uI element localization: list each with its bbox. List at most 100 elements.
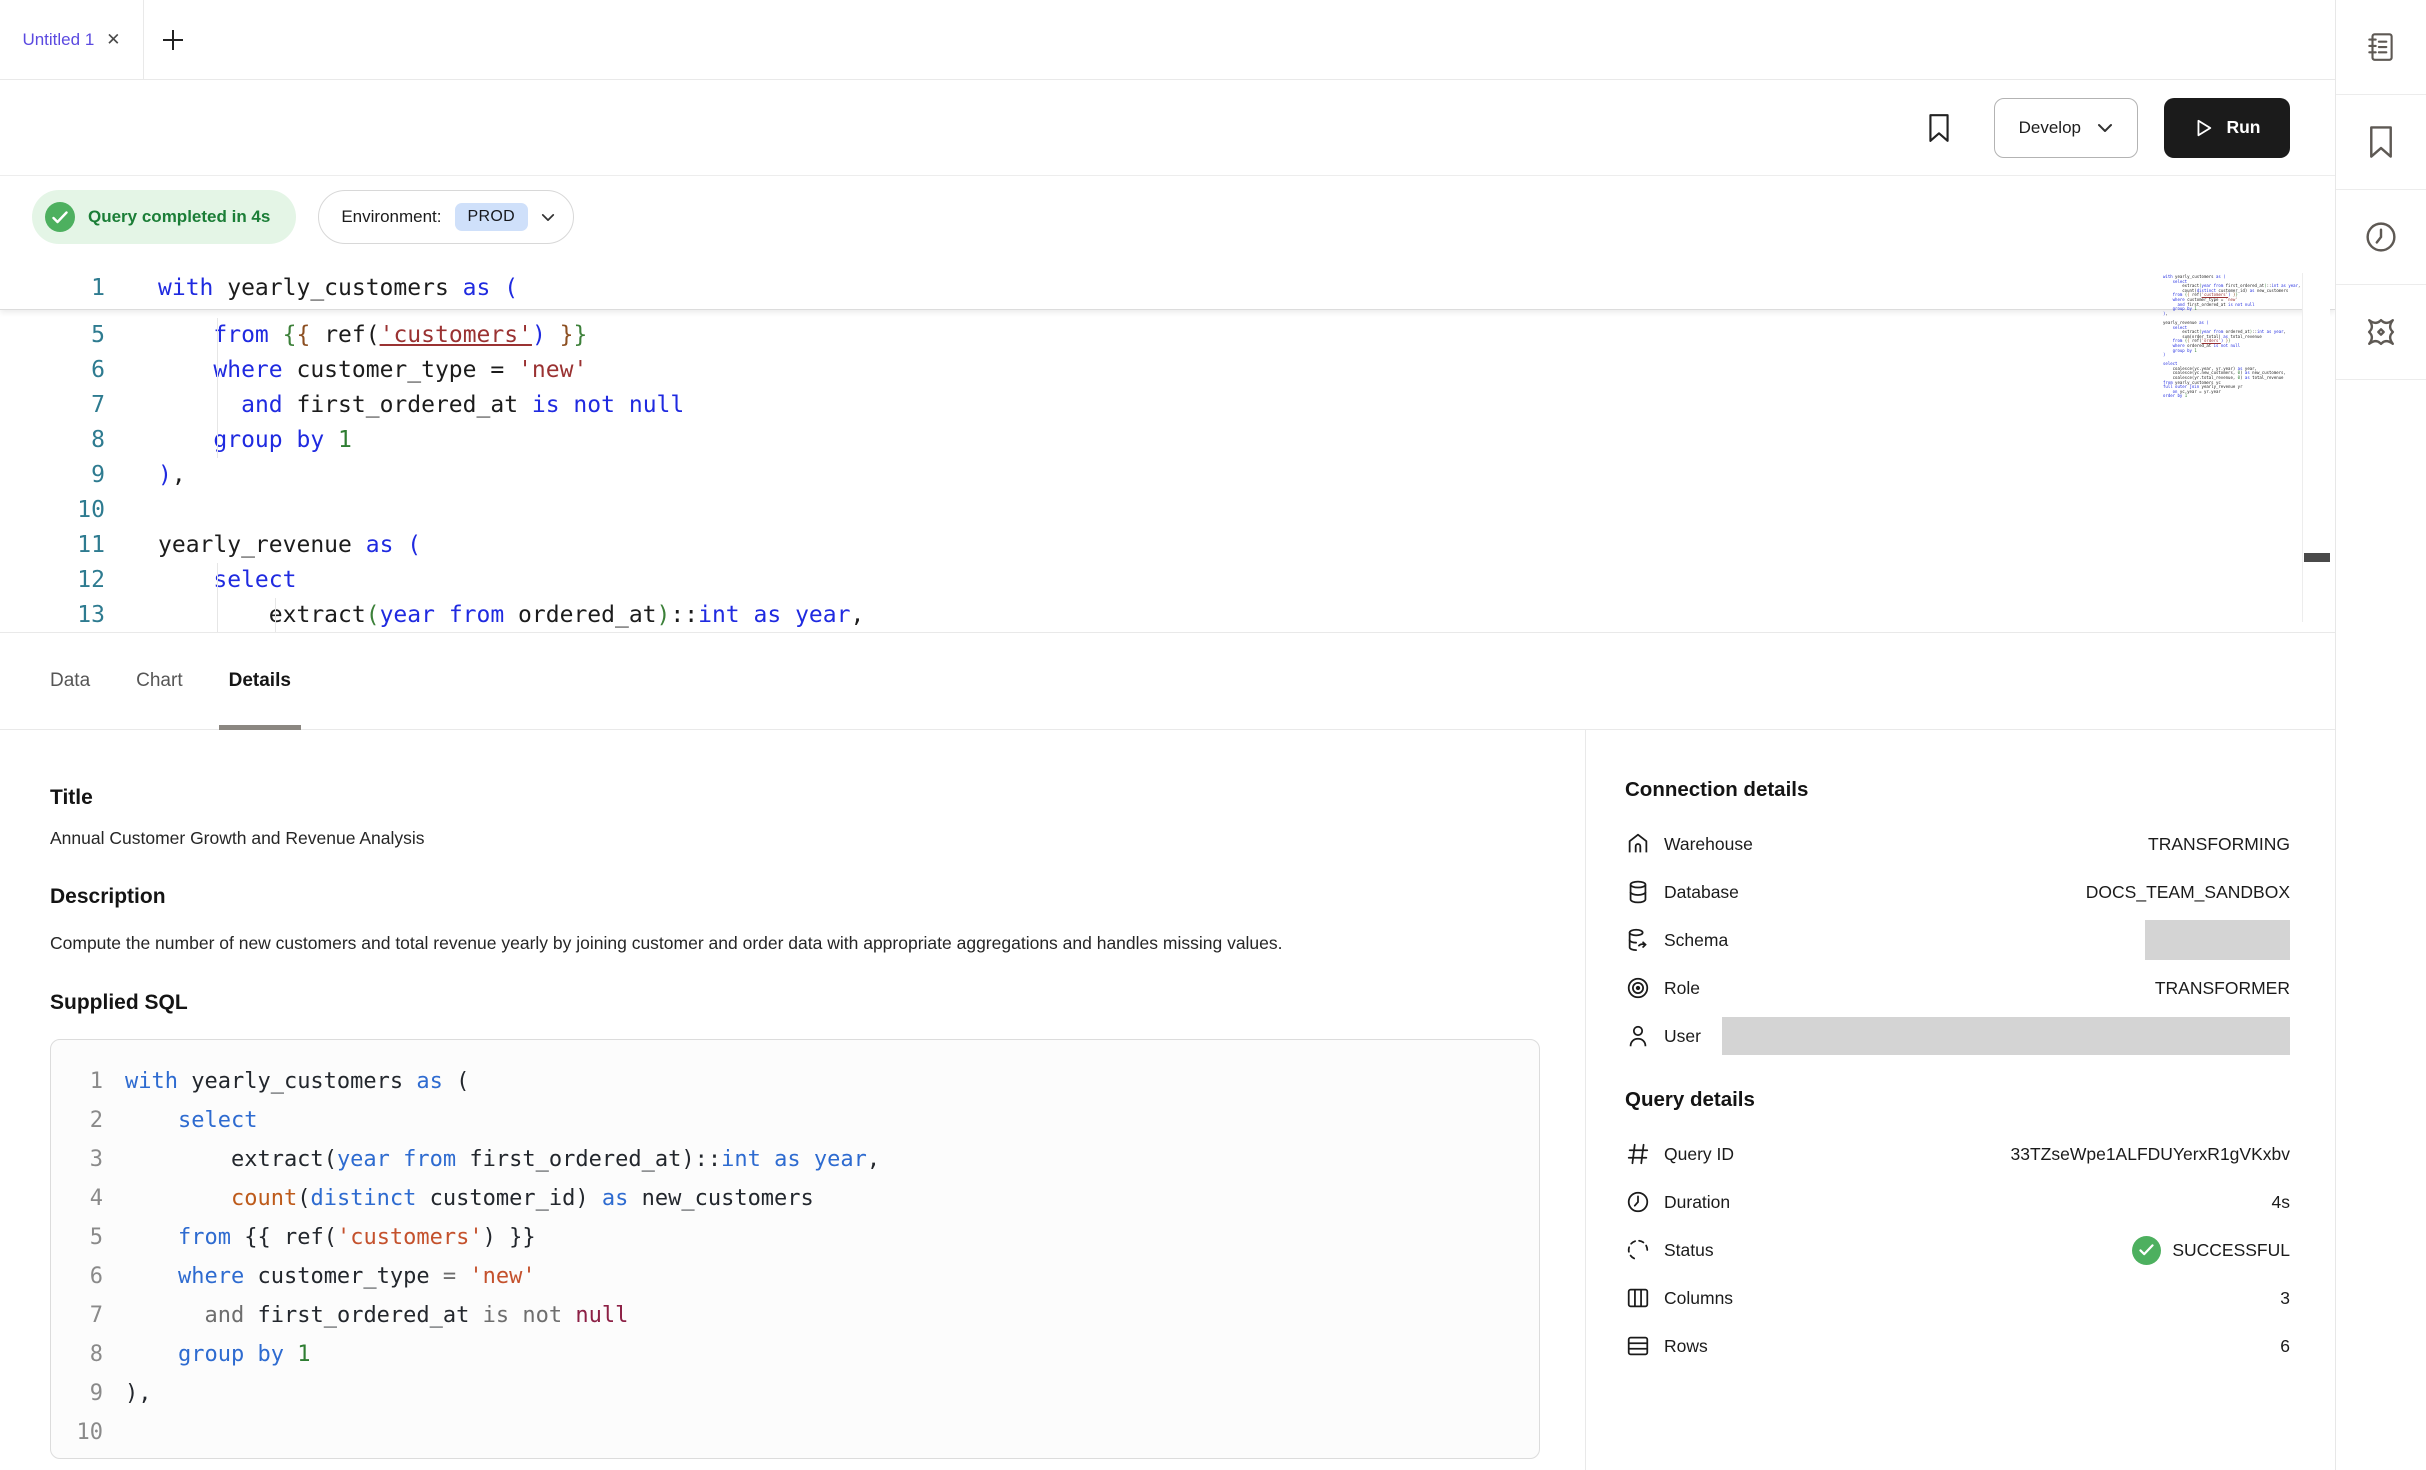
user-icon xyxy=(1625,1023,1651,1049)
history-panel-button[interactable] xyxy=(2336,190,2426,285)
status-spinner-icon xyxy=(1625,1237,1651,1263)
details-left-column: Title Annual Customer Growth and Revenue… xyxy=(0,730,1585,1459)
develop-button[interactable]: Develop xyxy=(1994,98,2138,158)
notebook-icon xyxy=(2364,30,2398,64)
code-line: 1with yearly_customers as ( xyxy=(51,1062,1539,1101)
code-line: 13 extract(year from ordered_at)::int as… xyxy=(0,598,2335,633)
code-line: 6 where customer_type = 'new' xyxy=(51,1257,1539,1296)
play-icon xyxy=(2193,118,2213,138)
editor-scrollbar-thumb[interactable] xyxy=(2304,553,2330,562)
indent-guide xyxy=(275,598,276,633)
right-icon-sidebar xyxy=(2335,0,2426,1470)
chevron-down-icon xyxy=(2097,123,2113,133)
environment-label: Environment: xyxy=(341,207,441,227)
query-status-text: Query completed in 4s xyxy=(88,207,270,227)
editor-code-lines[interactable]: 5 from {{ ref('customers') }}6 where cus… xyxy=(0,318,2335,633)
code-line: 9), xyxy=(0,458,2335,493)
code-line: 6 where customer_type = 'new' xyxy=(0,353,2335,388)
columns-icon xyxy=(1625,1285,1651,1311)
code-line: 4 count(distinct customer_id) as new_cus… xyxy=(51,1179,1539,1218)
develop-label: Develop xyxy=(2019,118,2081,138)
user-redacted-value xyxy=(1722,1017,2290,1055)
editor-scrollbar-track[interactable] xyxy=(2302,273,2330,622)
clock-icon xyxy=(2364,220,2398,254)
editor-minimap[interactable]: with yearly_customers as ( select extrac… xyxy=(2110,275,2240,399)
query-status-pill: Query completed in 4s xyxy=(32,190,296,244)
description-value: Compute the number of new customers and … xyxy=(50,925,1390,961)
database-value: DOCS_TEAM_SANDBOX xyxy=(2086,882,2290,903)
query-details-heading: Query details xyxy=(1625,1088,2290,1112)
sql-editor[interactable]: 1with yearly_customers as ( 5 from {{ re… xyxy=(0,258,2335,633)
plus-icon xyxy=(160,27,186,53)
supplied-sql-block: 1with yearly_customers as (2 select3 ext… xyxy=(50,1039,1540,1459)
status-value: SUCCESSFUL xyxy=(2132,1236,2290,1265)
dbt-panel-button[interactable] xyxy=(2336,285,2426,380)
title-value: Annual Customer Growth and Revenue Analy… xyxy=(50,828,1585,849)
hash-icon xyxy=(1625,1141,1651,1167)
vertical-divider xyxy=(1585,730,1586,1470)
code-line: 5 from {{ ref('customers') }} xyxy=(0,318,2335,353)
code-line: 3 extract(year from first_ordered_at)::i… xyxy=(51,1140,1539,1179)
tab-details[interactable]: Details xyxy=(227,633,293,729)
rows-icon xyxy=(1625,1333,1651,1359)
code-line: 5 from {{ ref('customers') }} xyxy=(51,1218,1539,1257)
code-line: 10 xyxy=(0,493,2335,528)
editor-sticky-line: 1with yearly_customers as ( xyxy=(0,258,2335,310)
code-line: 12 select xyxy=(0,563,2335,598)
notebook-panel-button[interactable] xyxy=(2336,0,2426,95)
chevron-down-icon xyxy=(541,213,555,222)
connection-details-heading: Connection details xyxy=(1625,778,2290,802)
status-text: SUCCESSFUL xyxy=(2172,1240,2290,1261)
new-tab-button[interactable] xyxy=(144,0,202,79)
code-line: 9), xyxy=(51,1374,1539,1413)
row-warehouse: Warehouse TRANSFORMING xyxy=(1625,820,2290,868)
environment-badge: PROD xyxy=(455,203,528,231)
row-user: User xyxy=(1625,1012,2290,1060)
code-line: 2 select xyxy=(51,1101,1539,1140)
run-button[interactable]: Run xyxy=(2164,98,2290,158)
code-line: order by 1 xyxy=(2110,394,2240,399)
warehouse-icon xyxy=(1625,831,1651,857)
rows-value: 6 xyxy=(2280,1336,2290,1357)
warehouse-value: TRANSFORMING xyxy=(2148,834,2290,855)
bookmarks-panel-button[interactable] xyxy=(2336,95,2426,190)
row-schema: Schema xyxy=(1625,916,2290,964)
schema-redacted-value xyxy=(2145,920,2290,960)
role-icon xyxy=(1625,975,1651,1001)
query-details-rows: Query ID 33TZseWpe1ALFDUYerxR1gVKxbv Dur… xyxy=(1625,1130,2290,1370)
description-heading: Description xyxy=(50,885,1585,909)
tab-data[interactable]: Data xyxy=(48,633,92,729)
environment-selector[interactable]: Environment: PROD xyxy=(318,190,574,244)
role-value: TRANSFORMER xyxy=(2155,978,2290,999)
results-tab-bar: Data Chart Details xyxy=(0,633,2335,730)
code-line: 8 group by 1 xyxy=(51,1335,1539,1374)
query-status-row: Query completed in 4s Environment: PROD xyxy=(0,176,2335,258)
row-status: Status SUCCESSFUL xyxy=(1625,1226,2290,1274)
indent-guide xyxy=(217,318,218,458)
tab-untitled-1[interactable]: Untitled 1 ✕ xyxy=(0,0,144,79)
code-line: 1with yearly_customers as ( xyxy=(0,271,2335,306)
status-success-icon xyxy=(2132,1236,2161,1265)
bookmark-icon xyxy=(1926,113,1952,143)
bookmark-button[interactable] xyxy=(1926,113,1952,143)
title-heading: Title xyxy=(50,786,1585,810)
code-line: 7 and first_ordered_at is not null xyxy=(51,1296,1539,1335)
toolbar: Develop Run xyxy=(0,80,2335,176)
row-role: Role TRANSFORMER xyxy=(1625,964,2290,1012)
close-tab-icon[interactable]: ✕ xyxy=(106,31,120,48)
row-query-id: Query ID 33TZseWpe1ALFDUYerxR1gVKxbv xyxy=(1625,1130,2290,1178)
code-line: 10 xyxy=(51,1413,1539,1452)
success-check-icon xyxy=(45,202,75,232)
query-id-value: 33TZseWpe1ALFDUYerxR1gVKxbv xyxy=(2011,1144,2290,1165)
details-pane: Title Annual Customer Growth and Revenue… xyxy=(0,730,2335,1470)
main-area: Untitled 1 ✕ Develop Run Query completed… xyxy=(0,0,2335,1470)
code-line: 8 group by 1 xyxy=(0,423,2335,458)
tab-chart[interactable]: Chart xyxy=(134,633,184,729)
duration-clock-icon xyxy=(1625,1189,1651,1215)
schema-icon xyxy=(1625,927,1651,953)
duration-value: 4s xyxy=(2272,1192,2290,1213)
supplied-sql-heading: Supplied SQL xyxy=(50,991,1585,1015)
dbt-logo-icon xyxy=(2363,314,2399,350)
row-columns: Columns 3 xyxy=(1625,1274,2290,1322)
code-line: 7 and first_ordered_at is not null xyxy=(0,388,2335,423)
